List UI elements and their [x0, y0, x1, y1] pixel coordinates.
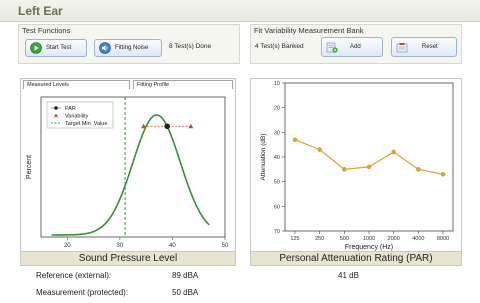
reference-value: 89 dBA [172, 271, 199, 280]
y-tick-label: 30 [274, 130, 280, 136]
attenuation-point [342, 167, 347, 172]
x-tick-label: 4000 [412, 236, 424, 242]
x-tick-label: 50 [222, 243, 229, 249]
par-value: 41 dB [338, 271, 359, 280]
attenuation-point [292, 137, 298, 143]
attenuation-point [366, 164, 372, 170]
tests-done-text: 8 Test(s) Done [169, 43, 212, 50]
add-button[interactable]: Add [321, 37, 383, 57]
x-axis-label: Frequency (Hz) [345, 244, 393, 251]
add-record-icon [326, 41, 338, 53]
par-marker [164, 123, 170, 130]
variability-bank-group: Fit Variability Measurement Bank 4 Test(… [250, 24, 462, 64]
reset-record-icon [396, 41, 408, 53]
window-title: Left Ear [18, 4, 63, 18]
x-tick-label: 20 [64, 243, 71, 249]
attenuation-chart: 10 20 30 40 50 60 70 125 250 500 1000 2000 4000 8000 F… [251, 79, 461, 251]
x-tick-label: 40 [169, 243, 176, 249]
par-caption: Personal Attenuation Rating (PAR) [251, 251, 461, 265]
add-label: Add [350, 44, 361, 50]
y-tick-label: 60 [274, 204, 280, 210]
attenuation-point [440, 171, 446, 177]
par-panel: 10 20 30 40 50 60 70 125 250 500 1000 2000 4000 8000 F… [250, 78, 462, 266]
fitting-noise-label: Fitting Noise [115, 45, 149, 51]
window-titlebar: Left Ear [0, 0, 480, 22]
reference-label: Reference (external): [36, 271, 112, 280]
attenuation-point [391, 149, 396, 155]
spl-panel: Measured Levels Fitting Profile 20 30 40 50… [20, 78, 236, 266]
test-functions-group: Test Functions Start Test Fitting Noise … [18, 24, 240, 64]
x-tick-label: 30 [117, 243, 124, 249]
measurement-value: 50 dBA [172, 288, 199, 297]
legend-label: Target Min. Value [65, 121, 107, 127]
y-tick-label: 20 [274, 106, 280, 112]
y-axis-label: Percent [26, 155, 33, 179]
start-test-label: Start Test [46, 45, 72, 51]
y-tick-label: 10 [274, 81, 280, 87]
x-tick-label: 500 [340, 236, 349, 242]
y-tick-label: 40 [274, 155, 280, 161]
legend-par-swatch [54, 106, 58, 110]
tab-measured-levels[interactable]: Measured Levels [23, 80, 130, 89]
chart-legend: PAR VariabilityTarget Min. Value [46, 101, 114, 129]
legend-label: Variability [65, 114, 89, 120]
attenuation-point [317, 147, 322, 152]
attenuation-point [416, 167, 421, 172]
y-axis-label: Attenuation (dB) [260, 134, 267, 181]
x-tick-label: 125 [290, 236, 299, 242]
reset-button[interactable]: Reset [391, 37, 457, 57]
x-tick-label: 1000 [363, 236, 375, 242]
y-tick-label: 50 [274, 180, 280, 186]
fitting-noise-button[interactable]: Fitting Noise [94, 39, 162, 57]
y-tick-label: 70 [274, 229, 280, 235]
par-distribution-chart: 20 30 40 50 PAR Percent PAR VariabilityTarget M… [21, 89, 235, 259]
tests-banked-text: 4 Test(s) Banked [255, 43, 304, 50]
x-tick-label: 2000 [388, 236, 400, 242]
variability-bank-title: Fit Variability Measurement Bank [254, 26, 364, 35]
start-test-button[interactable]: Start Test [25, 39, 87, 57]
spl-caption: Sound Pressure Level [21, 251, 235, 265]
speaker-icon [99, 42, 111, 54]
x-tick-label: 8000 [437, 236, 449, 242]
legend-label: PAR [65, 106, 76, 112]
play-icon [30, 42, 42, 54]
tab-fitting-profile[interactable]: Fitting Profile [133, 80, 233, 89]
x-tick-label: 250 [315, 236, 324, 242]
test-functions-title: Test Functions [22, 26, 71, 35]
measurement-label: Measurement (protected): [36, 288, 129, 297]
reset-label: Reset [422, 44, 438, 50]
